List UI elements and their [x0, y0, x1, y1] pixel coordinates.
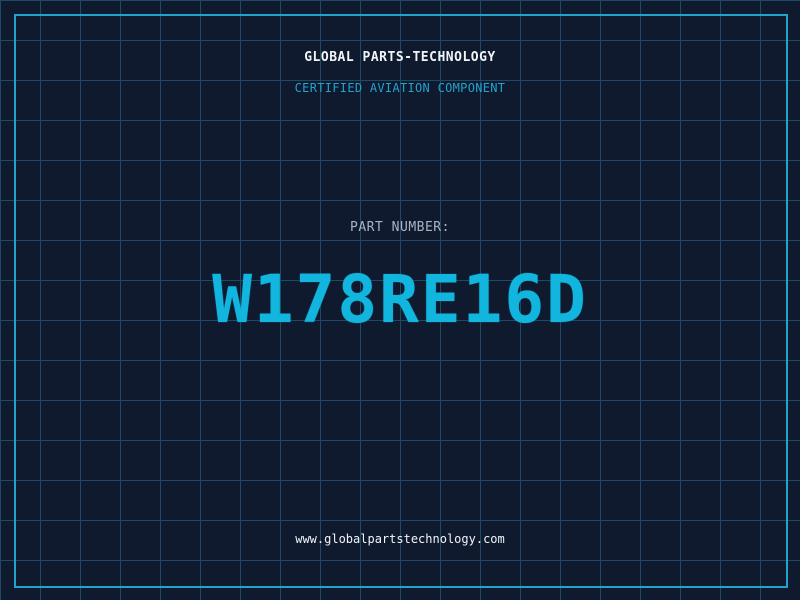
tagline: CERTIFIED AVIATION COMPONENT: [294, 81, 506, 95]
part-number-label: PART NUMBER:: [350, 220, 450, 235]
company-name: GLOBAL PARTS-TECHNOLOGY: [304, 50, 496, 65]
website-link[interactable]: www.globalpartstechnology.com: [0, 531, 800, 547]
part-number-panel: W178RE16D: [196, 262, 604, 338]
part-number-value: W178RE16D: [212, 261, 588, 338]
